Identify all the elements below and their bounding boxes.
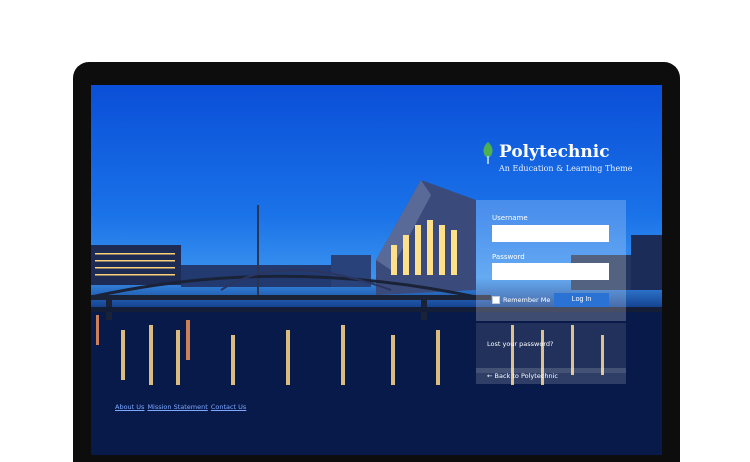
login-button[interactable]: Log In [554,293,609,307]
remember-label: Remember Me [503,296,551,304]
brand-title: Polytechnic [499,142,610,162]
leaf-logo-icon [483,142,493,164]
username-field[interactable] [492,225,609,242]
back-to-site-link[interactable]: ← Back to Polytechnic [487,372,558,380]
footer-link-about[interactable]: About Us [115,403,144,411]
remember-checkbox[interactable] [492,296,500,304]
back-link-area: ← Back to Polytechnic [476,368,626,384]
laptop-frame: Polytechnic An Education & Learning Them… [73,62,680,462]
footer-links: About Us Mission Statement Contact Us [115,403,246,411]
password-label: Password [492,253,525,261]
brand-subtitle: An Education & Learning Theme [499,164,633,173]
password-field[interactable] [492,263,609,280]
username-label: Username [492,214,528,222]
footer-link-contact[interactable]: Contact Us [211,403,247,411]
login-screen: Polytechnic An Education & Learning Them… [91,85,662,455]
footer-link-mission[interactable]: Mission Statement [147,403,207,411]
login-panel: Username Password Remember Me Log In [476,200,626,321]
lost-password-link[interactable]: Lost your password? [487,340,553,348]
remember-me[interactable]: Remember Me [492,296,550,304]
lost-password-area: Lost your password? [476,323,626,373]
